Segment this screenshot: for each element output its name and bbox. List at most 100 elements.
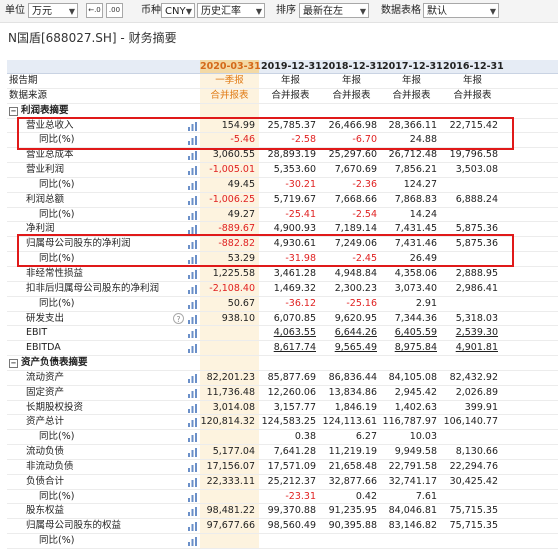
collapse-toggle-icon[interactable]: −: [9, 106, 18, 116]
bar-chart-icon[interactable]: [188, 373, 197, 383]
table-cell: 3,060.55: [200, 148, 259, 163]
bar-chart-icon[interactable]: [188, 166, 197, 176]
collapse-toggle-icon[interactable]: −: [9, 359, 18, 369]
bar-chart-icon[interactable]: [188, 329, 197, 339]
bar-chart-icon[interactable]: [188, 418, 197, 428]
cell-link[interactable]: 4,901.81: [456, 342, 498, 353]
row-label-text: 报告期: [9, 75, 38, 86]
currency-select[interactable]: CNY ▼: [161, 3, 195, 18]
bar-chart-icon[interactable]: [188, 195, 197, 205]
sort-select[interactable]: 最新在左 ▼: [299, 3, 369, 18]
bar-chart-icon[interactable]: [188, 492, 197, 502]
table-cell: 124,583.25: [261, 416, 316, 428]
bar-chart-icon[interactable]: [188, 388, 197, 398]
cell-link[interactable]: 6,405.59: [395, 327, 437, 338]
table-cell: 12,260.06: [267, 386, 316, 398]
decrease-decimal-icon[interactable]: ←.0: [86, 3, 103, 18]
table-cell: 7,856.21: [394, 164, 437, 176]
bar-chart-icon[interactable]: [188, 284, 197, 294]
bar-chart-icon[interactable]: [188, 477, 197, 487]
bar-chart-icon[interactable]: [188, 433, 197, 443]
table-cell: 13,834.86: [328, 386, 377, 398]
table-cell: -1,006.25: [200, 192, 259, 207]
table-select[interactable]: 默认 ▼: [423, 3, 499, 18]
row-label-text: 长期股权投资: [26, 401, 84, 413]
table-row: 同比(%) 50.67 -36.12 -25.16 2.91: [7, 296, 558, 312]
cell-link[interactable]: 6,644.26: [335, 327, 377, 338]
table-cell: -30.21: [285, 178, 316, 190]
column-header[interactable]: 2017-12-31: [382, 60, 443, 73]
cell-link[interactable]: 9,565.49: [335, 342, 377, 353]
table-cell: [443, 104, 502, 118]
unit-select[interactable]: 万元 ▼: [28, 3, 78, 18]
row-label-text: EBITDA: [26, 342, 61, 354]
table-cell: -882.82: [200, 237, 259, 252]
table-row: 同比(%) 0.38 6.27 10.03: [7, 430, 558, 446]
table-cell: 5,318.03: [455, 312, 498, 324]
increase-decimal-icon[interactable]: .00: [106, 3, 123, 18]
table-cell: 3,014.08: [200, 400, 259, 415]
bar-chart-icon[interactable]: [188, 299, 197, 309]
table-row: 扣非后归属母公司股东的净利润 -2,108.40 1,469.32 2,300.23 3…: [7, 281, 558, 297]
bar-chart-icon[interactable]: [188, 121, 197, 131]
column-header[interactable]: 2018-12-31: [322, 60, 383, 73]
table-cell: 120,814.32: [200, 415, 259, 430]
row-label-text: 净利润: [26, 223, 55, 235]
row-label: 同比(%): [39, 178, 74, 192]
bar-chart-icon[interactable]: [188, 462, 197, 472]
column-header[interactable]: 2019-12-31: [261, 60, 322, 73]
row-label-text: 利润总额: [26, 193, 65, 205]
row-label: 固定资产: [26, 386, 64, 400]
table-cell: 2.91: [415, 297, 437, 309]
table-cell: 年报: [341, 75, 361, 86]
cell-link[interactable]: 2,539.30: [456, 327, 498, 338]
row-label: 同比(%): [39, 490, 74, 504]
row-label-text: 营业利润: [26, 164, 65, 176]
bar-chart-icon[interactable]: [188, 240, 197, 250]
table-cell: 9,620.95: [334, 312, 377, 324]
cell-link[interactable]: 4,063.55: [274, 327, 316, 338]
table-cell: 8,975.84: [382, 341, 441, 355]
table-cell: 50.67: [200, 296, 259, 311]
bar-chart-icon[interactable]: [188, 344, 197, 354]
bar-chart-icon[interactable]: [188, 210, 197, 220]
table-cell: [322, 104, 381, 118]
bar-chart-icon[interactable]: [188, 180, 197, 190]
table-row: 营业总收入 154.99 25,785.37 26,466.98 28,366.11 22…: [7, 118, 558, 134]
table-row: 流动资产 82,201.23 85,877.69 86,836.44 84,105.08…: [7, 370, 558, 386]
row-label: 归属母公司股东的净利润: [26, 237, 131, 251]
table-cell: 年报: [462, 75, 482, 86]
bar-chart-icon[interactable]: [188, 136, 197, 146]
row-label-text: 归属母公司股东的净利润: [26, 238, 131, 250]
table-cell: 0.42: [355, 490, 377, 502]
column-header[interactable]: 2016-12-31: [443, 60, 504, 73]
bar-chart-icon[interactable]: [188, 269, 197, 279]
table-cell: 938.10: [200, 311, 259, 326]
exchange-rate-select[interactable]: 历史汇率 ▼: [197, 3, 265, 18]
row-label: 利润总额: [26, 193, 64, 207]
bar-chart-icon[interactable]: [188, 522, 197, 532]
help-icon[interactable]: ?: [173, 312, 184, 324]
row-label: 同比(%): [39, 133, 74, 147]
cell-link[interactable]: 8,975.84: [395, 342, 437, 353]
bar-chart-icon[interactable]: [188, 448, 197, 458]
cell-link[interactable]: 8,617.74: [274, 342, 316, 353]
bar-chart-icon[interactable]: [188, 151, 197, 161]
table-cell: 11,736.48: [200, 385, 259, 400]
table-select-value: 默认: [427, 6, 447, 17]
bar-chart-icon[interactable]: [188, 507, 197, 517]
table-cell: [443, 178, 502, 192]
column-header[interactable]: 2020-03-31: [200, 60, 261, 73]
table-cell: 90,395.88: [328, 520, 377, 532]
sort-label: 排序: [276, 5, 296, 16]
row-label: 扣非后归属母公司股东的净利润: [26, 282, 159, 296]
currency-select-value: CNY: [165, 6, 186, 17]
table-cell: -6.70: [352, 134, 377, 146]
bar-chart-icon[interactable]: [188, 255, 197, 265]
table-cell: [443, 297, 502, 311]
bar-chart-icon[interactable]: [188, 225, 197, 235]
table-cell: 6.27: [355, 431, 377, 443]
bar-chart-icon[interactable]: [188, 314, 197, 324]
table-cell: [200, 103, 259, 118]
bar-chart-icon[interactable]: [188, 403, 197, 413]
